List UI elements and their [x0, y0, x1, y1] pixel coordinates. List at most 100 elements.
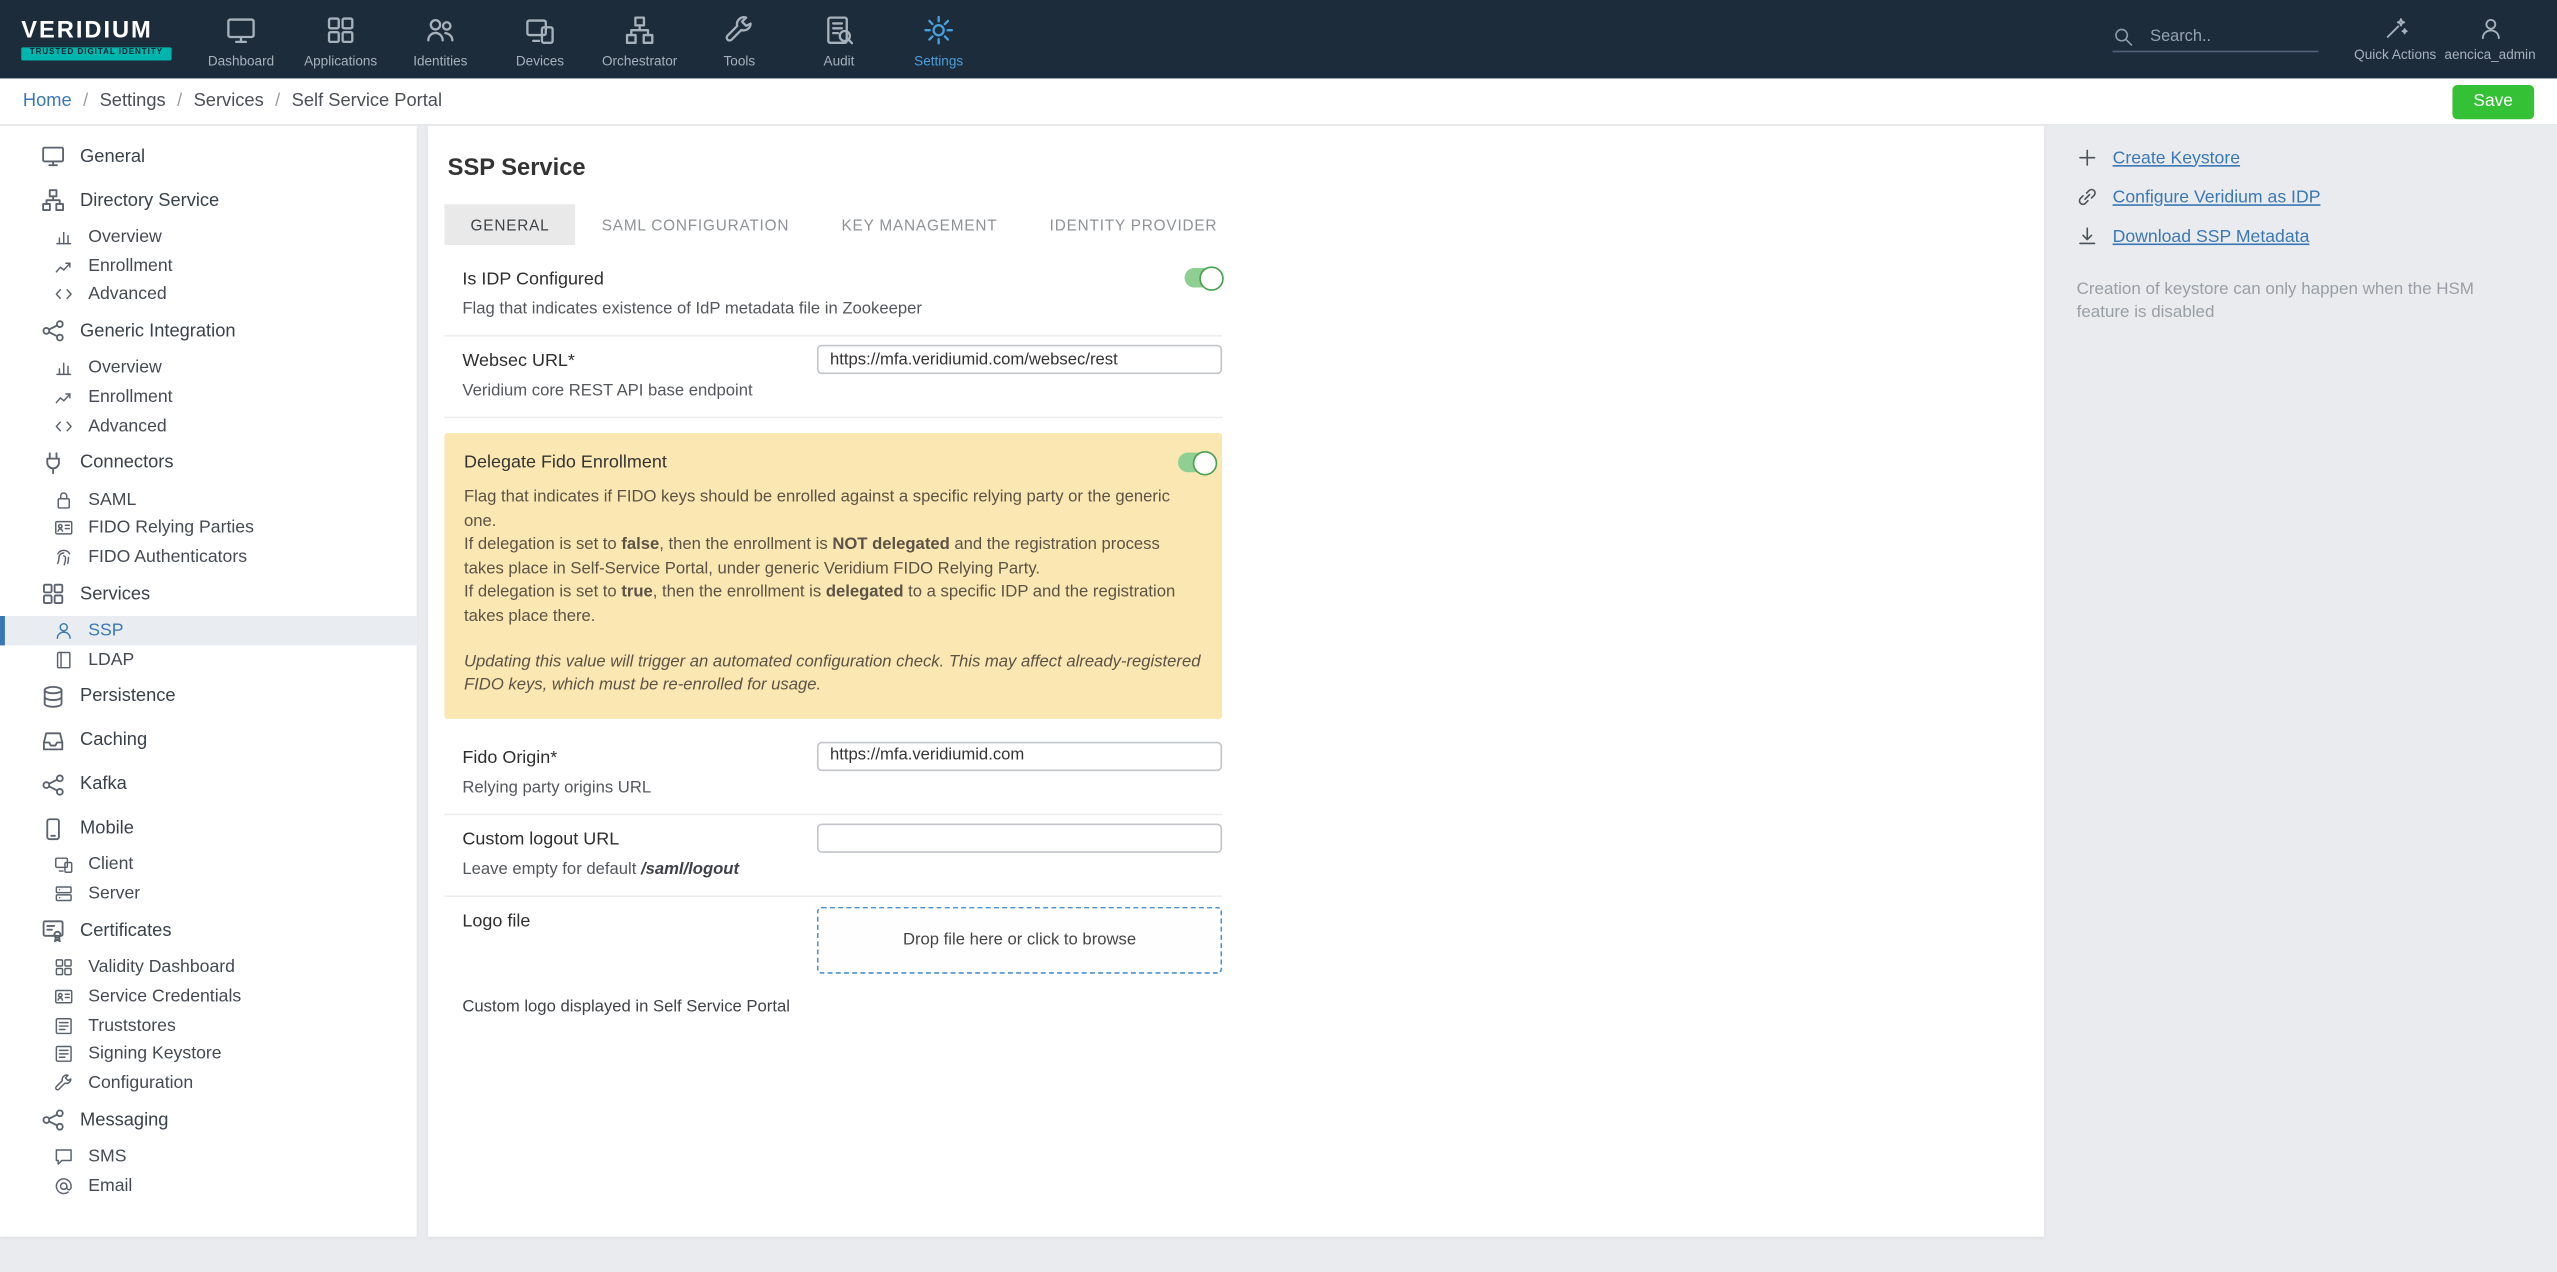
sidebar-item-fido-relying-parties[interactable]: FIDO Relying Parties: [0, 514, 417, 543]
sidebar-item-caching[interactable]: Caching: [0, 718, 417, 762]
tab-identity-provider[interactable]: IDENTITY PROVIDER: [1024, 204, 1244, 245]
sidebar-item-saml[interactable]: SAML: [0, 485, 417, 514]
plus-icon: [2077, 147, 2098, 168]
form-row-logo-file: Logo file Drop file here or click to bro…: [444, 897, 1223, 985]
sidebar-item-label: General: [80, 146, 146, 166]
logo-dropzone[interactable]: Drop file here or click to browse: [816, 906, 1223, 974]
sidebar-item-overview[interactable]: Overview: [0, 222, 417, 251]
nav-item-devices[interactable]: Devices: [490, 11, 590, 68]
brand-tagline: TRUSTED DIGITAL IDENTITY: [21, 46, 172, 60]
nav-item-orchestrator[interactable]: Orchestrator: [590, 11, 690, 68]
nav-item-tools[interactable]: Tools: [689, 11, 789, 68]
fido-origin-input[interactable]: [816, 741, 1223, 771]
sidebar-item-advanced[interactable]: Advanced: [0, 280, 417, 309]
brand-name: VERIDIUM: [21, 17, 153, 44]
nav-item-dashboard[interactable]: Dashboard: [191, 11, 291, 68]
sidebar-item-fido-authenticators[interactable]: FIDO Authenticators: [0, 543, 417, 572]
sidebar-item-persistence[interactable]: Persistence: [0, 674, 417, 718]
sidebar-item-label: Enrollment: [88, 255, 173, 276]
tab-key-management[interactable]: KEY MANAGEMENT: [815, 204, 1023, 245]
sidebar-item-overview[interactable]: Overview: [0, 353, 417, 382]
nav-item-audit[interactable]: Audit: [789, 11, 889, 68]
search-input[interactable]: [2146, 26, 2319, 48]
sidebar-item-enrollment[interactable]: Enrollment: [0, 251, 417, 280]
download-ssp-metadata-link[interactable]: Download SSP Metadata: [2077, 225, 2548, 246]
sidebar-item-directory-service[interactable]: Directory Service: [0, 178, 417, 222]
sidebar-item-label: SMS: [88, 1146, 127, 1167]
username-label: aencica_admin: [2444, 45, 2536, 63]
code-icon: [54, 416, 74, 436]
breadcrumb-separator: /: [275, 91, 281, 112]
top-navigation-bar: VERIDIUM TRUSTED DIGITAL IDENTITY Dashbo…: [0, 0, 2557, 79]
sidebar-item-email[interactable]: Email: [0, 1171, 417, 1200]
save-button[interactable]: Save: [2452, 84, 2535, 119]
sidebar-item-advanced[interactable]: Advanced: [0, 412, 417, 441]
user-icon: [2478, 16, 2503, 41]
dashboard-icon: [41, 144, 66, 169]
sidebar-item-ssp[interactable]: SSP: [0, 616, 417, 646]
sidebar-item-sms[interactable]: SMS: [0, 1142, 417, 1171]
lock-icon: [54, 489, 74, 509]
sidebar-item-label: SAML: [88, 489, 137, 510]
server-icon: [54, 884, 74, 904]
nav-item-settings[interactable]: Settings: [889, 11, 989, 68]
quick-actions-button[interactable]: Quick Actions: [2348, 16, 2443, 62]
sidebar-item-connectors[interactable]: Connectors: [0, 441, 417, 485]
nav-label: Orchestrator: [601, 51, 678, 68]
sidebar-item-truststores[interactable]: Truststores: [0, 1011, 417, 1040]
breadcrumb-item-settings[interactable]: Settings: [100, 91, 166, 111]
websec-url-desc: Veridium core REST API base endpoint: [462, 382, 753, 401]
user-menu[interactable]: aencica_admin: [2443, 16, 2538, 62]
sidebar-item-label: Overview: [88, 358, 162, 378]
custom-logout-input[interactable]: [816, 823, 1223, 853]
breadcrumb-item-home[interactable]: Home: [23, 91, 72, 111]
fingerprint-icon: [54, 548, 74, 568]
identities-icon: [425, 14, 456, 45]
sidebar-item-services[interactable]: Services: [0, 572, 417, 616]
sidebar-item-label: Directory Service: [80, 190, 220, 210]
veridium-admin-window: VERIDIUM TRUSTED DIGITAL IDENTITY Dashbo…: [0, 0, 2557, 1272]
nav-item-identities[interactable]: Identities: [390, 11, 490, 68]
chart-line-icon: [54, 256, 74, 276]
sidebar-item-label: Caching: [80, 730, 148, 751]
tab-general[interactable]: GENERAL: [444, 204, 576, 246]
sidebar-item-ldap[interactable]: LDAP: [0, 645, 417, 674]
dropzone-label: Drop file here or click to browse: [902, 930, 1137, 949]
sidebar-item-label: Email: [88, 1175, 133, 1196]
sidebar-item-kafka[interactable]: Kafka: [0, 762, 417, 806]
link-icon: [2077, 186, 2098, 207]
ssp-service-panel: SSP Service GENERAL SAML CONFIGURATION KEY…: [428, 125, 2044, 1237]
dashboard-icon: [225, 14, 256, 45]
delegate-fido-toggle[interactable]: [1178, 450, 1218, 475]
form-row-fido-origin: Fido Origin* Relying party origins URL: [444, 733, 1223, 815]
websec-url-input[interactable]: [816, 344, 1223, 375]
tools-icon: [724, 14, 755, 45]
sidebar-item-generic-integration[interactable]: Generic Integration: [0, 309, 417, 353]
is-idp-configured-toggle[interactable]: [1184, 265, 1224, 291]
nav-label: Tools: [723, 51, 756, 68]
tab-saml-configuration[interactable]: SAML CONFIGURATION: [576, 204, 816, 245]
create-keystore-link[interactable]: Create Keystore: [2077, 147, 2548, 168]
sidebar-item-server[interactable]: Server: [0, 880, 417, 909]
devices-icon: [54, 855, 74, 875]
settings-sidebar: General Directory Service Overview Enrollme…: [0, 125, 417, 1237]
sidebar-item-signing-keystore[interactable]: Signing Keystore: [0, 1040, 417, 1069]
breadcrumb-item-services[interactable]: Services: [194, 91, 264, 111]
sidebar-item-enrollment[interactable]: Enrollment: [0, 383, 417, 412]
veridium-logo[interactable]: VERIDIUM TRUSTED DIGITAL IDENTITY: [21, 17, 172, 60]
sidebar-item-mobile[interactable]: Mobile: [0, 806, 417, 850]
sidebar-item-general[interactable]: General: [0, 134, 417, 178]
sidebar-item-label: Advanced: [88, 285, 167, 305]
sidebar-item-client[interactable]: Client: [0, 851, 417, 880]
quick-actions-icon: [2383, 16, 2408, 41]
nav-item-applications[interactable]: Applications: [291, 11, 391, 68]
global-search[interactable]: [2112, 26, 2319, 53]
sidebar-item-configuration[interactable]: Configuration: [0, 1069, 417, 1098]
sidebar-item-messaging[interactable]: Messaging: [0, 1098, 417, 1142]
sidebar-item-certificates[interactable]: Certificates: [0, 909, 417, 953]
apps-icon: [41, 582, 66, 607]
sidebar-item-validity-dashboard[interactable]: Validity Dashboard: [0, 953, 417, 982]
sidebar-item-service-credentials[interactable]: Service Credentials: [0, 982, 417, 1011]
sidebar-item-label: Overview: [88, 226, 162, 247]
configure-veridium-as-idp-link[interactable]: Configure Veridium as IDP: [2077, 186, 2548, 207]
